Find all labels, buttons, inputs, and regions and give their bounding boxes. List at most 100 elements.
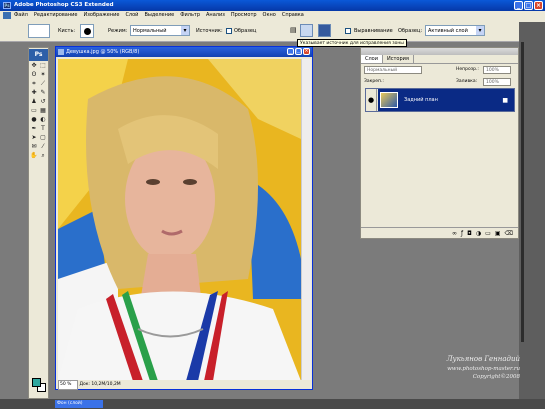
doc-maximize-button[interactable]: □ — [295, 48, 302, 55]
layer-style-icon[interactable]: ƒ — [461, 228, 463, 238]
menu-select[interactable]: Выделение — [144, 11, 174, 20]
menu-edit[interactable]: Редактирование — [34, 11, 78, 20]
options-bar: Кисть: Режим: Нормальный Источник: Образ… — [0, 20, 545, 42]
tab-layers[interactable]: Слои — [361, 55, 383, 63]
menu-help[interactable]: Справка — [282, 11, 304, 20]
blend-mode-select[interactable]: Нормальный — [364, 66, 422, 74]
lock-row: Закреп.: Заливка: 100% — [361, 76, 518, 88]
zoom-tool-icon[interactable]: ⌕ — [39, 152, 47, 160]
mode-select[interactable]: Нормальный — [130, 25, 190, 36]
document-window: Девушка.jpg @ 50% (RGB/8) _ □ × 50 % Док… — [55, 46, 313, 390]
dock-strip — [519, 22, 545, 409]
clone-stamp-tool-icon[interactable]: ♟ — [30, 98, 38, 106]
eye-icon[interactable]: ● — [366, 89, 377, 111]
link-layers-icon[interactable]: ∞ — [452, 228, 457, 238]
menu-analysis[interactable]: Анализ — [206, 11, 225, 20]
title-bar: Ps Adobe Photoshop CS3 Extended _ □ × — [0, 0, 545, 11]
notes-tool-icon[interactable]: ✉ — [30, 143, 38, 151]
watermark-copyright: Copyright©2008 — [472, 374, 520, 380]
color-swatches[interactable] — [32, 378, 46, 392]
dock-scrollbar[interactable] — [521, 42, 524, 342]
menu-file[interactable]: Файл — [14, 11, 28, 20]
lock-icon: ■ — [502, 97, 508, 104]
document-scrollbar[interactable] — [301, 59, 311, 381]
document-window-controls: _ □ × — [287, 48, 310, 55]
menu-view[interactable]: Просмотр — [231, 11, 257, 20]
eraser-tool-icon[interactable]: ▭ — [30, 107, 38, 115]
menu-image[interactable]: Изображение — [83, 11, 119, 20]
layers-footer: ∞ ƒ ◘ ◑ ▭ ▣ ⌫ — [361, 227, 518, 238]
type-tool-icon[interactable]: T — [39, 125, 47, 133]
tools-panel: Ps ✥ ⬚ ʘ ✶ ⌗ ⟋ ✚ ✎ ♟ ↺ ▭ ▦ ● ◐ ✒ T ➤ ▢ ✉… — [28, 47, 49, 399]
gradient-tool-icon[interactable]: ▦ — [39, 107, 47, 115]
source-label: Источник: — [196, 28, 223, 34]
trash-icon[interactable]: ⌫ — [505, 228, 513, 238]
zoom-field[interactable]: 50 % — [58, 380, 78, 390]
maximize-button[interactable]: □ — [524, 1, 533, 10]
healing-brush-tool-icon[interactable]: ✚ — [30, 89, 38, 97]
blur-tool-icon[interactable]: ● — [30, 116, 38, 124]
eyedropper-tool-icon[interactable]: ⁄ — [39, 143, 47, 151]
menu-bar: Файл Редактирование Изображение Слой Выд… — [0, 11, 545, 20]
hand-tool-icon[interactable]: ✋ — [30, 152, 38, 160]
group-icon[interactable]: ▭ — [485, 228, 491, 238]
brush-tool-icon[interactable]: ✎ — [39, 89, 47, 97]
sample-label: Образец: — [398, 28, 423, 34]
layer-row[interactable]: ● Задний план ■ — [365, 88, 515, 112]
slice-tool-icon[interactable]: ⟋ — [39, 80, 47, 88]
taskbar-item[interactable]: Фон (слой) — [55, 400, 103, 408]
fill-label: Заливка: — [456, 79, 478, 84]
shape-tool-icon[interactable]: ▢ — [39, 134, 47, 142]
source-pattern-button[interactable] — [300, 24, 313, 37]
layer-body[interactable]: Задний план — [378, 89, 514, 111]
history-brush-tool-icon[interactable]: ↺ — [39, 98, 47, 106]
watermark: Лукьянов Геннадий www.photoshop-master.r… — [400, 355, 520, 399]
sampled-radio[interactable] — [226, 28, 232, 34]
doc-size-info: Док: 10,2M/10,2M — [79, 382, 121, 387]
watermark-author: Лукьянов Геннадий — [446, 355, 520, 363]
aligned-label: Выравнивание — [354, 28, 393, 34]
watermark-site: www.photoshop-master.ru — [447, 366, 520, 372]
doc-minimize-button[interactable]: _ — [287, 48, 294, 55]
close-button[interactable]: × — [534, 1, 543, 10]
layers-panel-header[interactable] — [361, 48, 518, 55]
app-icon: Ps — [3, 2, 11, 9]
layers-panel: Слои История Нормальный Непрозр.: 100% З… — [360, 47, 519, 239]
minimize-button[interactable]: _ — [514, 1, 523, 10]
foreground-color-swatch[interactable] — [32, 378, 41, 387]
portrait-photo — [58, 59, 301, 381]
opacity-field[interactable]: 100% — [483, 66, 511, 74]
move-tool-icon[interactable]: ✥ — [30, 62, 38, 70]
magic-wand-tool-icon[interactable]: ✶ — [39, 71, 47, 79]
adjustment-layer-icon[interactable]: ◑ — [476, 228, 481, 238]
photo-canvas[interactable] — [58, 59, 301, 381]
mask-icon[interactable]: ◘ — [467, 228, 472, 238]
pen-tool-icon[interactable]: ✒ — [30, 125, 38, 133]
window-title: Adobe Photoshop CS3 Extended — [14, 2, 114, 8]
brush-picker[interactable] — [80, 24, 94, 38]
mode-toggle-button[interactable] — [318, 24, 331, 37]
crop-tool-icon[interactable]: ⌗ — [30, 80, 38, 88]
document-title-bar[interactable]: Девушка.jpg @ 50% (RGB/8) _ □ × — [56, 47, 312, 57]
new-layer-icon[interactable]: ▣ — [495, 228, 501, 238]
menu-filter[interactable]: Фильтр — [180, 11, 200, 20]
tab-history[interactable]: История — [383, 55, 414, 63]
layer-name: Задний план — [404, 97, 438, 103]
ps-logo: Ps — [29, 49, 48, 61]
document-status-bar: 50 % Док: 10,2M/10,2M — [58, 380, 312, 390]
doc-close-button[interactable]: × — [303, 48, 310, 55]
menu-window[interactable]: Окно — [263, 11, 276, 20]
menu-layer[interactable]: Слой — [125, 11, 138, 20]
pattern-icon[interactable]: ▤ — [290, 26, 297, 34]
fill-field[interactable]: 100% — [483, 78, 511, 86]
layer-thumbnail — [380, 92, 398, 108]
lasso-tool-icon[interactable]: ʘ — [30, 71, 38, 79]
opacity-label: Непрозр.: — [456, 67, 479, 72]
dodge-tool-icon[interactable]: ◐ — [39, 116, 47, 124]
tool-preset-picker[interactable] — [28, 24, 50, 38]
marquee-tool-icon[interactable]: ⬚ — [39, 62, 47, 70]
mode-label: Режим: — [108, 28, 128, 34]
path-select-tool-icon[interactable]: ➤ — [30, 134, 38, 142]
aligned-checkbox[interactable] — [345, 28, 351, 34]
sample-select[interactable]: Активный слой — [425, 25, 485, 36]
